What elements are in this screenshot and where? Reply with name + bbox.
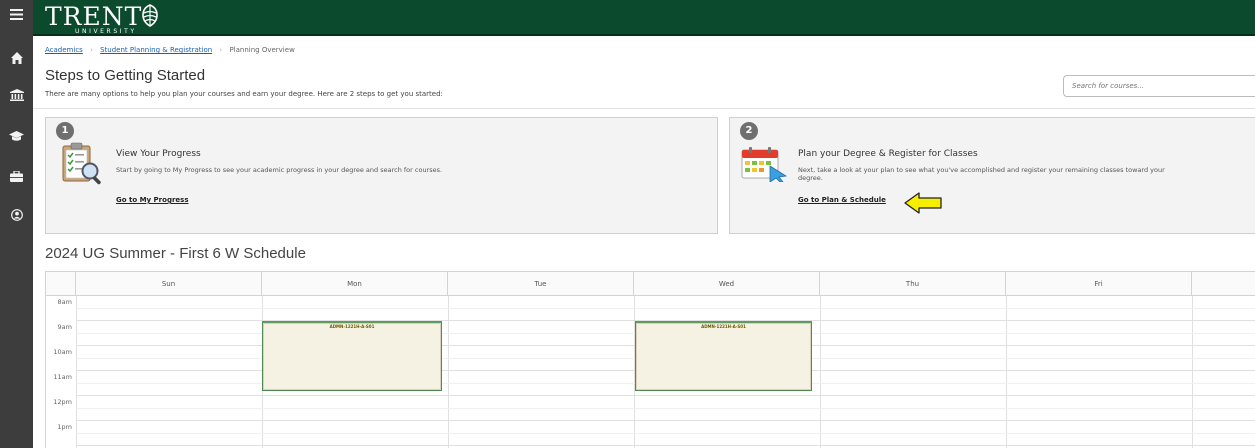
- breadcrumb-separator: ›: [90, 46, 93, 54]
- day-header-sun: Sun: [76, 272, 262, 296]
- top-header: TRENT UNIVERSITY: [33, 0, 1255, 36]
- step-description: Next, take a look at your plan to see wh…: [798, 166, 1165, 182]
- page-subtitle: There are many options to help you plan …: [45, 90, 443, 98]
- column-divider: [1006, 296, 1007, 448]
- course-event-wed[interactable]: ADMN-1221H-A-S01: [635, 321, 812, 391]
- step-number-badge: 2: [740, 122, 758, 140]
- step-description: Start by going to My Progress to see you…: [116, 166, 443, 174]
- crest-icon: [142, 4, 158, 27]
- breadcrumb-academics[interactable]: Academics: [45, 46, 83, 54]
- side-rail: [0, 0, 33, 448]
- briefcase-icon[interactable]: [0, 164, 33, 188]
- menu-icon[interactable]: [0, 2, 33, 26]
- half-hour-line: [76, 433, 1255, 434]
- schedule-title: 2024 UG Summer - First 6 W Schedule: [45, 245, 306, 262]
- course-search-input[interactable]: [1063, 75, 1255, 97]
- yellow-arrow-icon: [904, 192, 942, 214]
- column-divider: [820, 296, 821, 448]
- calendar-cursor-icon: [741, 147, 788, 182]
- day-header-overflow: [1192, 272, 1255, 296]
- step-title: View Your Progress: [116, 149, 201, 159]
- institution-icon[interactable]: [0, 83, 33, 107]
- course-event-mon[interactable]: ADMN-1221H-A-S01: [262, 321, 442, 391]
- graduation-cap-icon[interactable]: [0, 124, 33, 148]
- step-title: Plan your Degree & Register for Classes: [798, 149, 978, 159]
- hour-line: [76, 445, 1255, 446]
- day-header-mon: Mon: [262, 272, 448, 296]
- divider: [33, 108, 1255, 109]
- time-label: 8am: [57, 298, 72, 306]
- course-event-label: ADMN-1221H-A-S01: [329, 324, 375, 329]
- clipboard-magnifier-icon: [62, 142, 101, 185]
- half-hour-line: [76, 408, 1255, 409]
- step-number-badge: 1: [56, 122, 74, 140]
- time-label: 9am: [57, 323, 72, 331]
- logo-wordmark: TRENT: [45, 2, 143, 31]
- hour-line: [76, 420, 1255, 421]
- breadcrumb-current: Planning Overview: [229, 46, 295, 54]
- breadcrumb-separator: ›: [219, 46, 223, 54]
- go-to-plan-schedule-link[interactable]: Go to Plan & Schedule: [798, 196, 886, 204]
- column-divider: [1192, 296, 1193, 448]
- time-label: 10am: [53, 348, 72, 356]
- breadcrumb-student-planning[interactable]: Student Planning & Registration: [100, 46, 212, 54]
- time-label: 1pm: [57, 423, 72, 431]
- half-hour-line: [76, 308, 1255, 309]
- breadcrumb: Academics › Student Planning & Registrat…: [45, 44, 295, 56]
- day-header-thu: Thu: [820, 272, 1006, 296]
- weekly-calendar: Sun Mon Tue Wed Thu Fri 8am 9am 10am 11a…: [45, 271, 1255, 448]
- go-to-my-progress-link[interactable]: Go to My Progress: [116, 196, 189, 204]
- calendar-corner: [46, 272, 76, 296]
- user-icon[interactable]: [0, 203, 33, 227]
- time-label: 11am: [53, 373, 72, 381]
- column-divider: [448, 296, 449, 448]
- step-card-plan: 2 Plan your Degree & Register for Classe…: [729, 117, 1255, 234]
- day-header-wed: Wed: [634, 272, 820, 296]
- logo-subtitle: UNIVERSITY: [75, 28, 137, 35]
- step-card-progress: 1 View Your Progress Start by going to M…: [45, 117, 718, 234]
- hour-line: [76, 395, 1255, 396]
- page-title: Steps to Getting Started: [45, 67, 206, 84]
- day-header-tue: Tue: [448, 272, 634, 296]
- day-header-fri: Fri: [1006, 272, 1192, 296]
- home-icon[interactable]: [0, 46, 33, 70]
- column-divider: [76, 296, 77, 448]
- course-event-label: ADMN-1221H-A-S01: [701, 324, 746, 329]
- time-label: 12pm: [53, 398, 72, 406]
